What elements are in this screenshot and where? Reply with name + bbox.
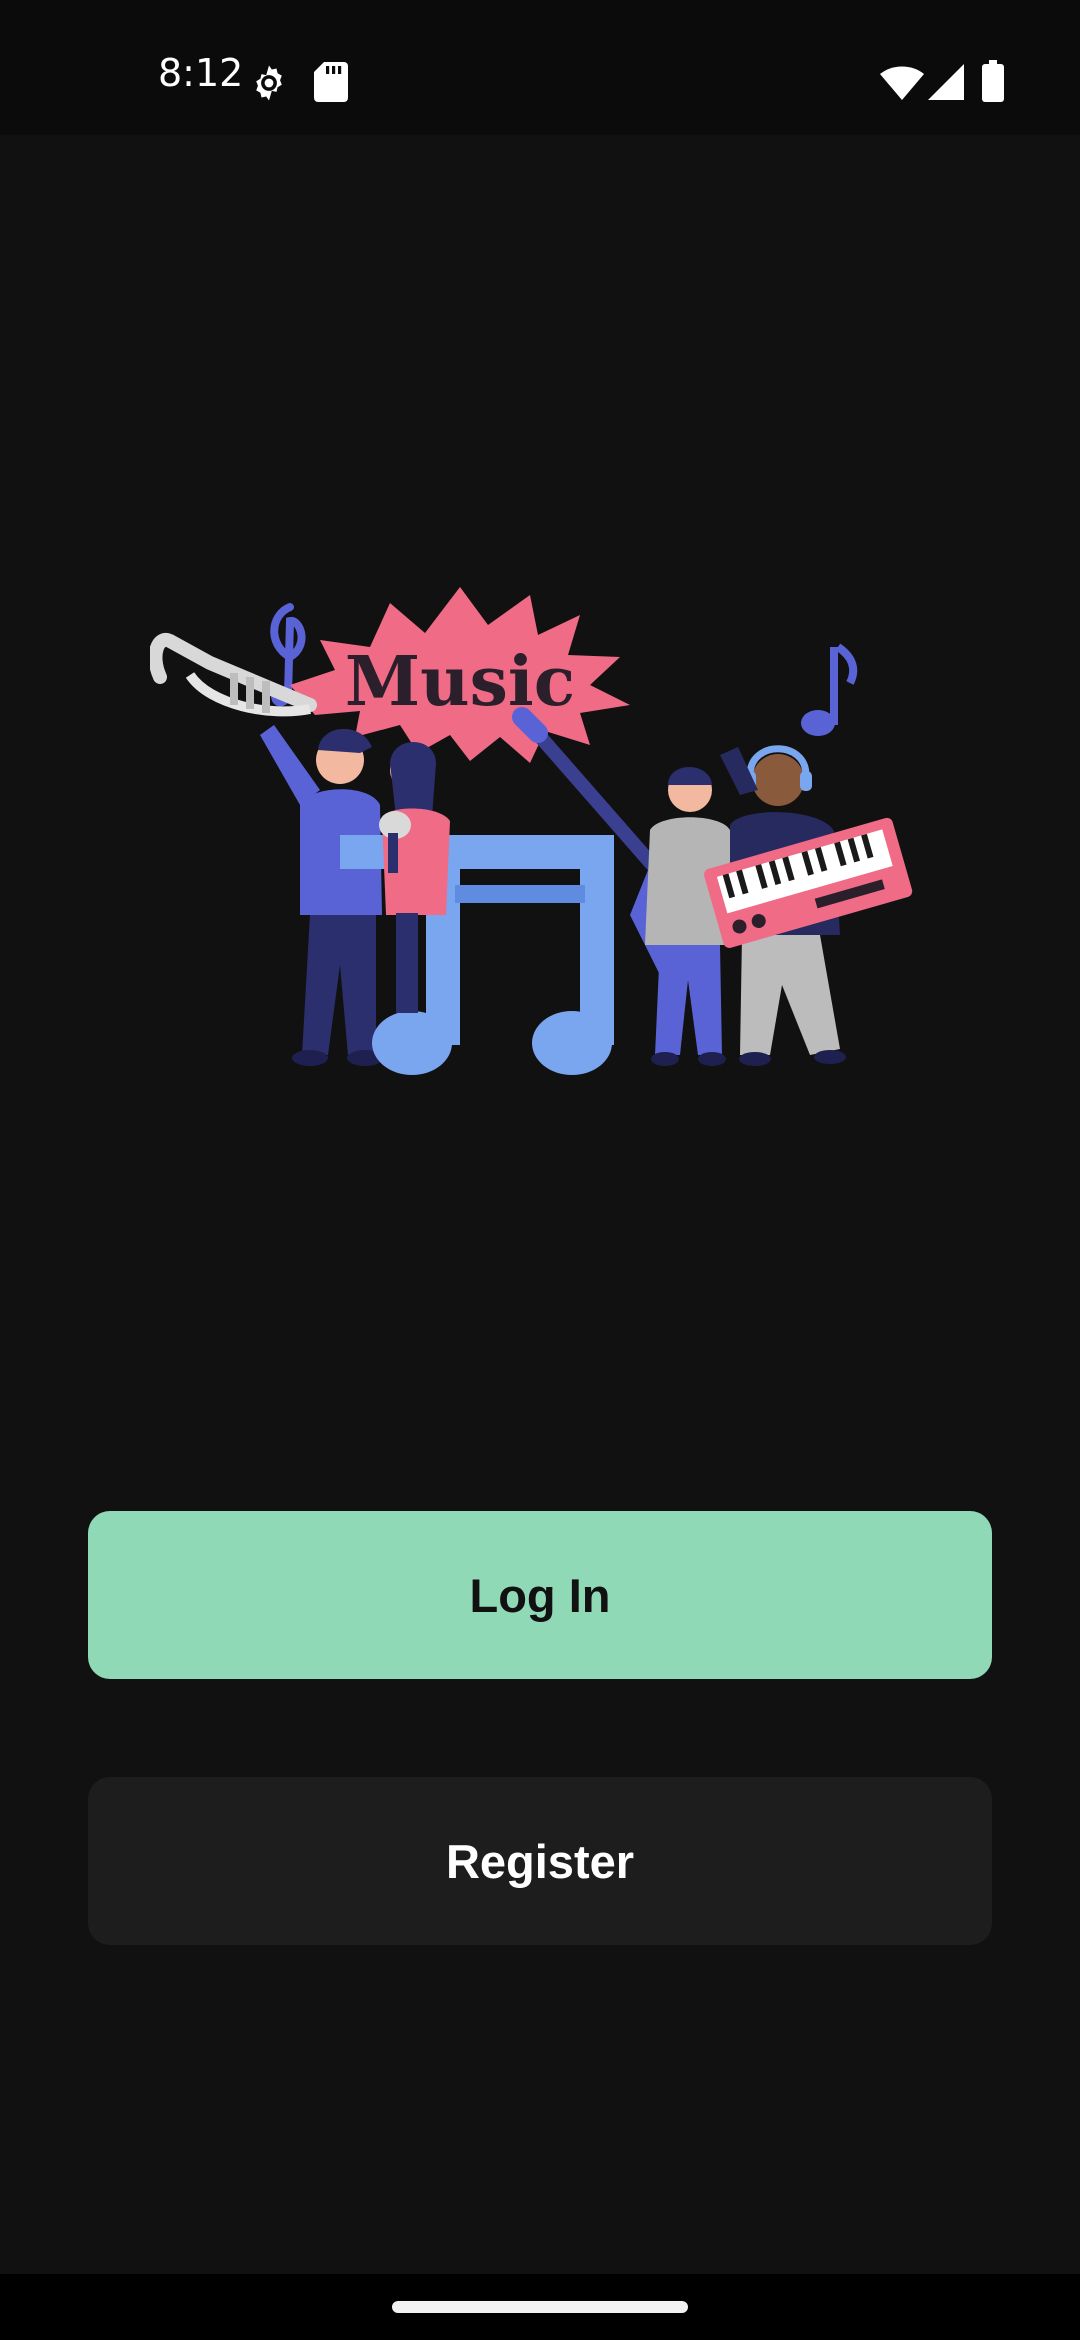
status-time: 8:12 (158, 51, 244, 95)
register-button-label: Register (445, 1834, 635, 1888)
eighth-note-icon (801, 643, 858, 736)
wifi-icon (880, 66, 924, 100)
sd-card-icon (314, 62, 348, 102)
music-logo-text: Music (345, 642, 575, 722)
music-band-illustration: Music (150, 587, 913, 1075)
trumpet-player-figure (260, 725, 383, 1066)
login-button[interactable]: Log In (88, 1511, 992, 1679)
login-screen: 8:12 Music Log In Register (0, 0, 1080, 2340)
status-bar: 8:12 (0, 0, 1080, 135)
gear-icon (256, 65, 282, 101)
login-button-label: Log In (469, 1568, 611, 1622)
cell-signal-icon (928, 64, 964, 100)
register-button[interactable]: Register (88, 1777, 992, 1945)
battery-icon (982, 60, 1004, 102)
home-gesture-handle[interactable] (392, 2301, 688, 2313)
